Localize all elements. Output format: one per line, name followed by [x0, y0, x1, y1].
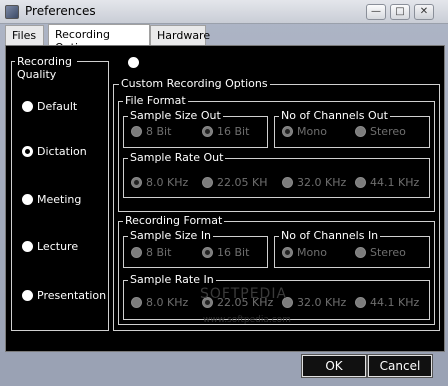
tab-recording-options[interactable]: Recording Options	[48, 24, 150, 54]
window-title: Preferences	[25, 4, 96, 18]
channels-out-mono-label: Mono	[297, 125, 327, 138]
channels-out-mono-radio[interactable]	[282, 126, 293, 137]
file-format-legend: File Format	[123, 94, 188, 107]
title-bar[interactable]: Preferences — □ ✕	[0, 0, 448, 24]
custom-options-legend: Custom Recording Options	[119, 77, 270, 90]
quality-meeting-radio[interactable]	[22, 194, 33, 205]
size-out-8bit-radio[interactable]	[131, 126, 142, 137]
custom-options-radio[interactable]	[128, 57, 139, 68]
watermark-url: www.softpedia.com	[203, 315, 291, 325]
rate-in-8khz-label: 8.0 KHz	[146, 296, 189, 309]
quality-dictation-radio[interactable]	[22, 146, 33, 157]
quality-meeting-label: Meeting	[37, 193, 82, 206]
close-button[interactable]: ✕	[414, 4, 434, 20]
quality-lecture-radio[interactable]	[22, 241, 33, 252]
recording-quality-legend: Recording Quality	[15, 55, 77, 81]
channels-in-legend: No of Channels In	[279, 229, 381, 242]
channels-in-mono-radio[interactable]	[282, 247, 293, 258]
maximize-icon: □	[395, 6, 405, 17]
size-in-16bit-label: 16 Bit	[217, 246, 250, 259]
rate-in-8khz-radio[interactable]	[131, 297, 142, 308]
rate-out-32khz-label: 32.0 KHz	[297, 176, 347, 189]
rate-out-8khz-radio[interactable]	[131, 177, 142, 188]
recording-options-panel: Recording Quality Default Dictation Meet…	[5, 45, 445, 352]
size-in-8bit-label: 8 Bit	[146, 246, 172, 259]
minimize-button[interactable]: —	[366, 4, 386, 20]
maximize-button[interactable]: □	[390, 4, 410, 20]
minimize-icon: —	[371, 6, 381, 17]
quality-lecture-label: Lecture	[37, 240, 79, 253]
rate-out-32khz-radio[interactable]	[282, 177, 293, 188]
size-in-8bit-radio[interactable]	[131, 247, 142, 258]
quality-dictation-label: Dictation	[37, 145, 87, 158]
tab-files[interactable]: Files	[5, 25, 44, 45]
sample-rate-in-legend: Sample Rate In	[128, 273, 216, 286]
size-out-16bit-label: 16 Bit	[217, 125, 250, 138]
rate-out-22khz-radio[interactable]	[202, 177, 213, 188]
preferences-window: Preferences — □ ✕ Files Recording Option…	[0, 0, 448, 386]
channels-in-stereo-label: Stereo	[370, 246, 406, 259]
cancel-button[interactable]: Cancel	[367, 354, 433, 378]
quality-default-label: Default	[37, 100, 78, 113]
sample-size-out-legend: Sample Size Out	[128, 109, 223, 122]
sample-rate-out-legend: Sample Rate Out	[128, 151, 226, 164]
channels-in-mono-label: Mono	[297, 246, 327, 259]
channels-out-stereo-label: Stereo	[370, 125, 406, 138]
rate-in-44khz-radio[interactable]	[355, 297, 366, 308]
rate-out-44khz-radio[interactable]	[355, 177, 366, 188]
channels-out-stereo-radio[interactable]	[355, 126, 366, 137]
rate-out-8khz-label: 8.0 KHz	[146, 176, 189, 189]
size-out-16bit-radio[interactable]	[202, 126, 213, 137]
size-in-16bit-radio[interactable]	[202, 247, 213, 258]
rate-in-32khz-label: 32.0 KHz	[297, 296, 347, 309]
rate-in-44khz-label: 44.1 KHz	[370, 296, 420, 309]
quality-presentation-radio[interactable]	[22, 290, 33, 301]
sample-size-in-legend: Sample Size In	[128, 229, 214, 242]
close-icon: ✕	[419, 6, 429, 17]
channels-in-stereo-radio[interactable]	[355, 247, 366, 258]
channels-out-legend: No of Channels Out	[279, 109, 390, 122]
quality-default-radio[interactable]	[22, 101, 33, 112]
tab-hardware[interactable]: Hardware	[150, 25, 210, 45]
recording-format-legend: Recording Format	[123, 214, 225, 227]
app-icon	[5, 5, 19, 19]
quality-presentation-label: Presentation	[37, 289, 107, 302]
tab-strip: Files Recording Options Hardware	[5, 24, 445, 54]
watermark-logo: SOFTPEDIA	[200, 286, 288, 302]
rate-out-44khz-label: 44.1 KHz	[370, 176, 420, 189]
rate-out-22khz-label: 22.05 KH	[217, 176, 268, 189]
ok-button[interactable]: OK	[301, 354, 367, 378]
size-out-8bit-label: 8 Bit	[146, 125, 172, 138]
